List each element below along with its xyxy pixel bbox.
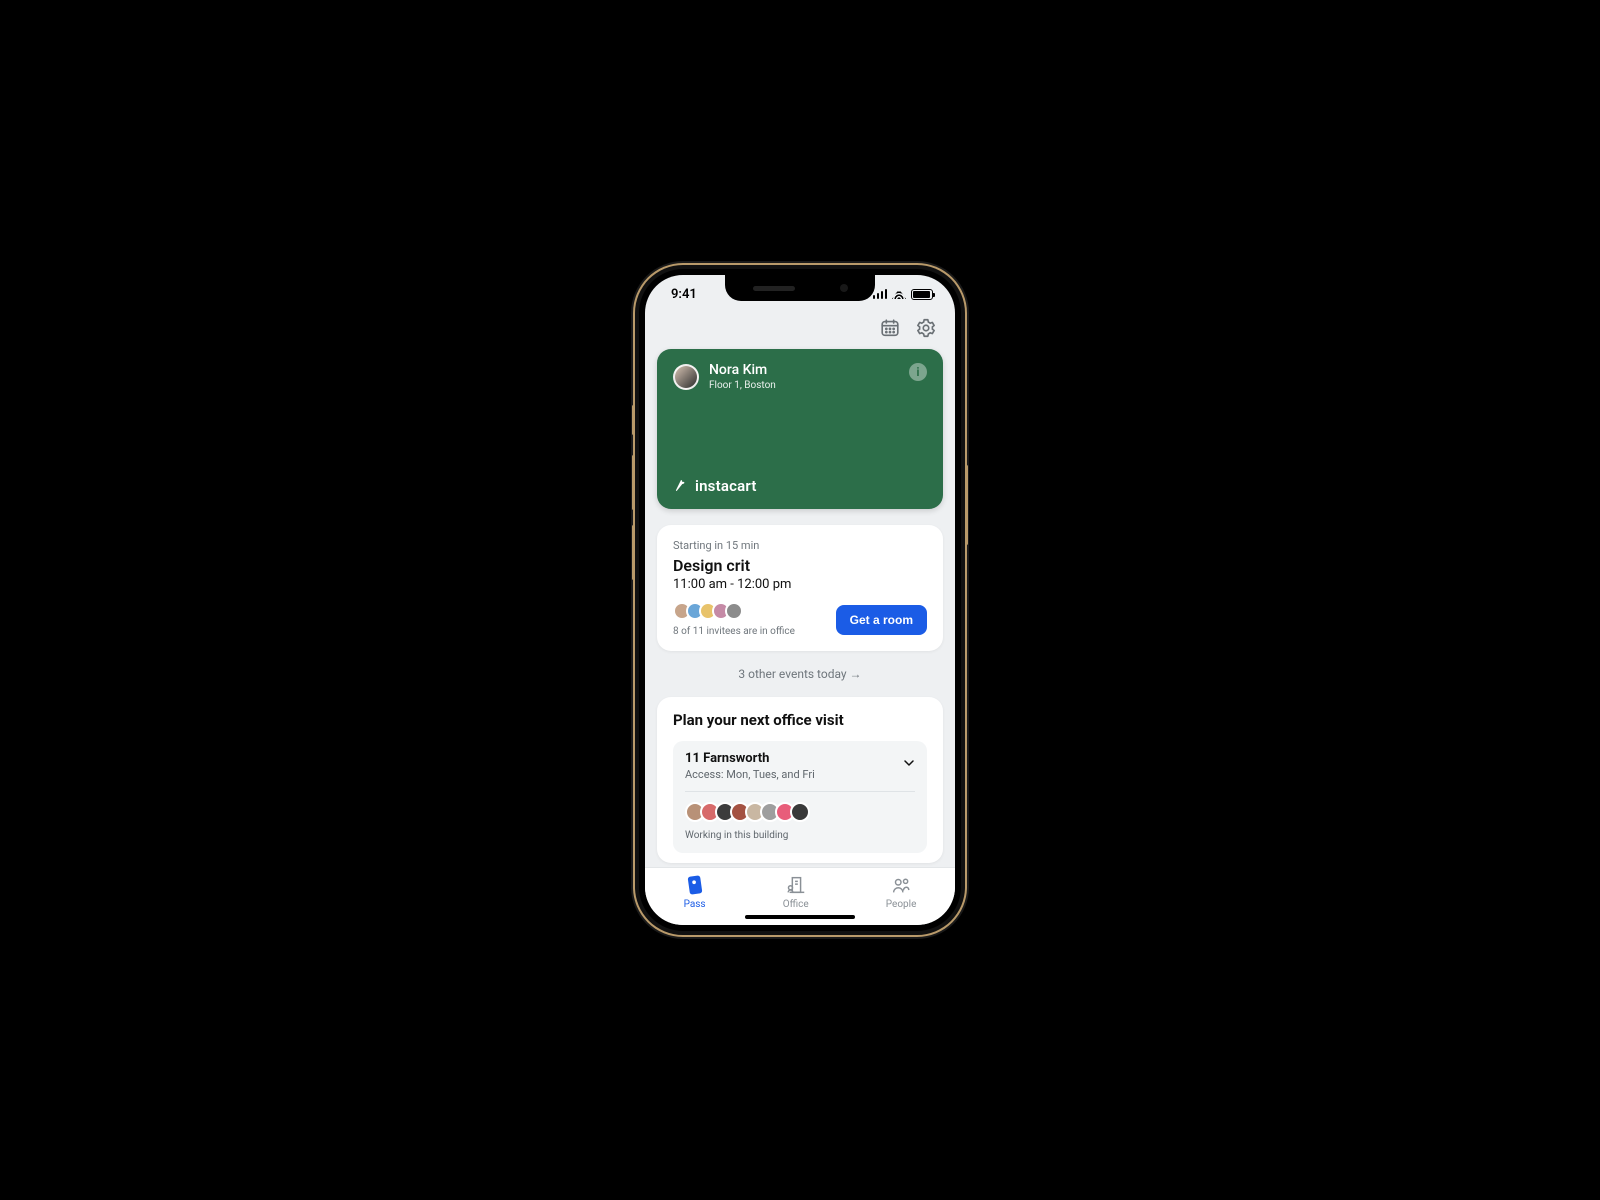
notch xyxy=(725,275,875,301)
brand-logo: instacart xyxy=(673,477,927,495)
tab-pass[interactable]: Pass xyxy=(684,874,706,910)
power-button xyxy=(965,465,968,545)
carrot-icon xyxy=(673,478,689,494)
invitee-count: 8 of 11 invitees are in office xyxy=(673,626,795,637)
event-time: 11:00 am - 12:00 pm xyxy=(673,577,927,592)
building-name: 11 Farnsworth xyxy=(685,751,915,766)
building-avatars xyxy=(685,802,915,822)
stage: 9:41 xyxy=(0,0,1600,1200)
divider xyxy=(685,791,915,792)
user-name: Nora Kim xyxy=(709,363,776,378)
tab-label: Pass xyxy=(684,899,706,910)
plan-heading: Plan your next office visit xyxy=(673,711,927,729)
invitee-avatars xyxy=(673,602,795,620)
people-icon xyxy=(890,874,912,896)
battery-icon xyxy=(911,289,933,300)
info-icon[interactable]: i xyxy=(909,363,927,381)
building-access: Access: Mon, Tues, and Fri xyxy=(685,768,915,781)
toolbar xyxy=(645,313,955,349)
avatar xyxy=(790,802,810,822)
tab-bar: Pass Office People xyxy=(645,867,955,925)
event-row: 8 of 11 invitees are in office Get a roo… xyxy=(673,602,927,637)
cellular-icon xyxy=(873,289,888,299)
wifi-icon xyxy=(892,289,906,299)
pass-card[interactable]: Nora Kim Floor 1, Boston i instacart xyxy=(657,349,943,509)
event-title: Design crit xyxy=(673,556,927,575)
mute-switch xyxy=(632,405,635,435)
working-label: Working in this building xyxy=(685,830,915,841)
event-starting-label: Starting in 15 min xyxy=(673,539,927,552)
brand-name: instacart xyxy=(695,477,757,495)
building-selector[interactable]: 11 Farnsworth Access: Mon, Tues, and Fri xyxy=(673,741,927,853)
settings-icon[interactable] xyxy=(915,317,937,339)
screen: 9:41 xyxy=(645,275,955,925)
tab-label: Office xyxy=(783,899,809,910)
phone-frame: 9:41 xyxy=(635,265,965,935)
more-events-link[interactable]: 3 other events today → xyxy=(657,667,943,681)
plan-card: Plan your next office visit 11 Farnswort… xyxy=(657,697,943,863)
volume-down-button xyxy=(632,525,635,580)
avatar xyxy=(725,602,743,620)
volume-up-button xyxy=(632,455,635,510)
tab-label: People xyxy=(886,899,917,910)
front-camera xyxy=(840,284,848,292)
pass-icon xyxy=(684,874,706,896)
user-text: Nora Kim Floor 1, Boston xyxy=(709,363,776,391)
speaker xyxy=(753,286,795,291)
pass-header: Nora Kim Floor 1, Boston xyxy=(673,363,927,391)
user-location: Floor 1, Boston xyxy=(709,380,776,391)
calendar-icon[interactable] xyxy=(879,317,901,339)
get-room-button[interactable]: Get a room xyxy=(836,605,927,635)
tab-people[interactable]: People xyxy=(886,874,917,910)
chevron-down-icon[interactable] xyxy=(901,755,917,775)
home-indicator[interactable] xyxy=(745,915,855,919)
tab-office[interactable]: Office xyxy=(783,874,809,910)
status-time: 9:41 xyxy=(671,287,697,302)
status-indicators xyxy=(873,289,934,300)
event-card[interactable]: Starting in 15 min Design crit 11:00 am … xyxy=(657,525,943,651)
user-avatar xyxy=(673,364,699,390)
office-icon xyxy=(785,874,807,896)
content: Nora Kim Floor 1, Boston i instacart St xyxy=(645,349,955,923)
